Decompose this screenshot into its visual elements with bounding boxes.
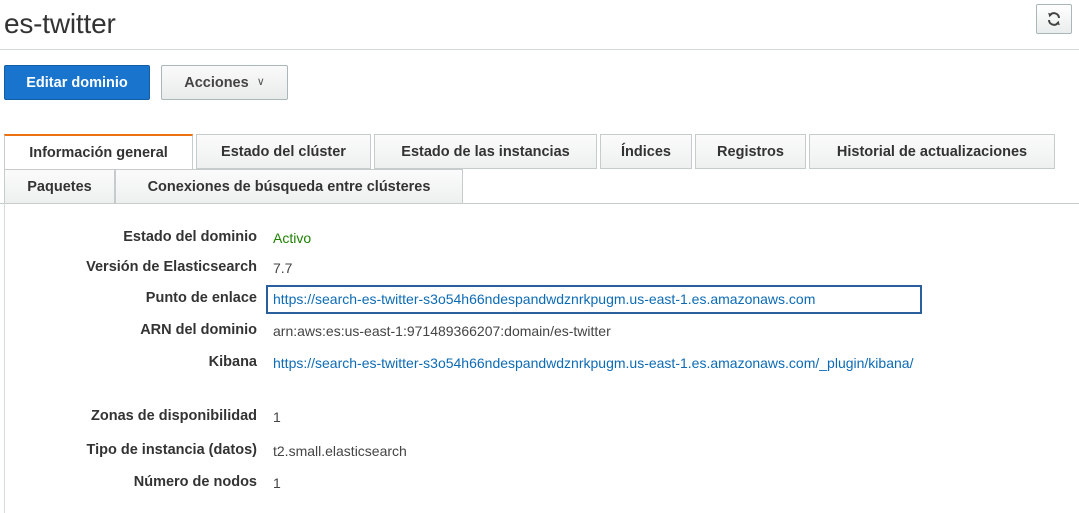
detail-label: Número de nodos bbox=[133, 474, 257, 490]
kibana-link[interactable]: https://search-es-twitter-s3o54h66ndespa… bbox=[273, 355, 913, 371]
tab-label: Índices bbox=[621, 143, 671, 160]
detail-row-instance-type: Tipo de instancia (datos) t2.small.elast… bbox=[0, 442, 1079, 466]
detail-row-node-count: Número de nodos 1 bbox=[0, 474, 1079, 498]
tab-logs[interactable]: Registros bbox=[695, 134, 806, 169]
tab-label: Historial de actualizaciones bbox=[836, 143, 1028, 160]
tab-label: Información general bbox=[29, 144, 168, 161]
detail-value: 1 bbox=[273, 475, 281, 491]
actions-label: Acciones bbox=[184, 74, 249, 91]
tabs-divider bbox=[0, 203, 1079, 204]
tab-label: Estado de las instancias bbox=[401, 143, 570, 160]
detail-row-domain-arn: ARN del dominio arn:aws:es:us-east-1:971… bbox=[0, 322, 1079, 346]
detail-label: ARN del dominio bbox=[140, 322, 257, 338]
tab-packages[interactable]: Paquetes bbox=[4, 169, 115, 204]
page-title: es-twitter bbox=[4, 8, 116, 39]
tab-label: Estado del clúster bbox=[221, 143, 346, 160]
detail-row-availability-zones: Zonas de disponibilidad 1 bbox=[0, 408, 1079, 432]
detail-value: arn:aws:es:us-east-1:971489366207:domain… bbox=[273, 323, 611, 339]
detail-row-es-version: Versión de Elasticsearch 7.7 bbox=[0, 259, 1079, 283]
detail-row-endpoint: Punto de enlace https://search-es-twitte… bbox=[0, 290, 1079, 314]
detail-label: Kibana bbox=[208, 354, 257, 370]
detail-label: Punto de enlace bbox=[145, 290, 257, 306]
detail-value: 7.7 bbox=[273, 260, 293, 276]
chevron-down-icon: ∨ bbox=[256, 76, 265, 88]
page-header: es-twitter bbox=[0, 0, 1079, 50]
status-value: Activo bbox=[273, 230, 312, 246]
refresh-icon bbox=[1048, 12, 1060, 26]
edit-domain-label: Editar dominio bbox=[26, 74, 128, 91]
tab-cluster-health[interactable]: Estado del clúster bbox=[196, 134, 371, 169]
detail-row-domain-status: Estado del dominio Activo bbox=[0, 229, 1079, 253]
detail-value: t2.small.elasticsearch bbox=[273, 443, 407, 459]
tab-general-info[interactable]: Información general bbox=[4, 134, 193, 170]
detail-label: Tipo de instancia (datos) bbox=[86, 442, 257, 458]
refresh-button[interactable] bbox=[1036, 4, 1072, 34]
tab-label: Paquetes bbox=[27, 178, 92, 195]
tab-label: Registros bbox=[717, 143, 784, 160]
domain-overview-page: es-twitter Editar dominio Acciones ∨ Inf… bbox=[0, 0, 1079, 513]
actions-dropdown-button[interactable]: Acciones ∨ bbox=[161, 65, 288, 100]
detail-label: Versión de Elasticsearch bbox=[86, 259, 257, 275]
tab-instance-health[interactable]: Estado de las instancias bbox=[374, 134, 597, 169]
detail-label: Zonas de disponibilidad bbox=[91, 408, 257, 424]
detail-value: 1 bbox=[273, 409, 281, 425]
tab-indices[interactable]: Índices bbox=[600, 134, 692, 169]
tab-upgrade-history[interactable]: Historial de actualizaciones bbox=[809, 134, 1055, 169]
detail-label: Estado del dominio bbox=[123, 229, 257, 245]
tab-label: Conexiones de búsqueda entre clústeres bbox=[147, 178, 431, 195]
endpoint-link[interactable]: https://search-es-twitter-s3o54h66ndespa… bbox=[273, 291, 815, 307]
edit-domain-button[interactable]: Editar dominio bbox=[4, 65, 150, 100]
detail-row-kibana: Kibana https://search-es-twitter-s3o54h6… bbox=[0, 354, 1079, 378]
tab-cross-cluster-search[interactable]: Conexiones de búsqueda entre clústeres bbox=[115, 169, 463, 204]
